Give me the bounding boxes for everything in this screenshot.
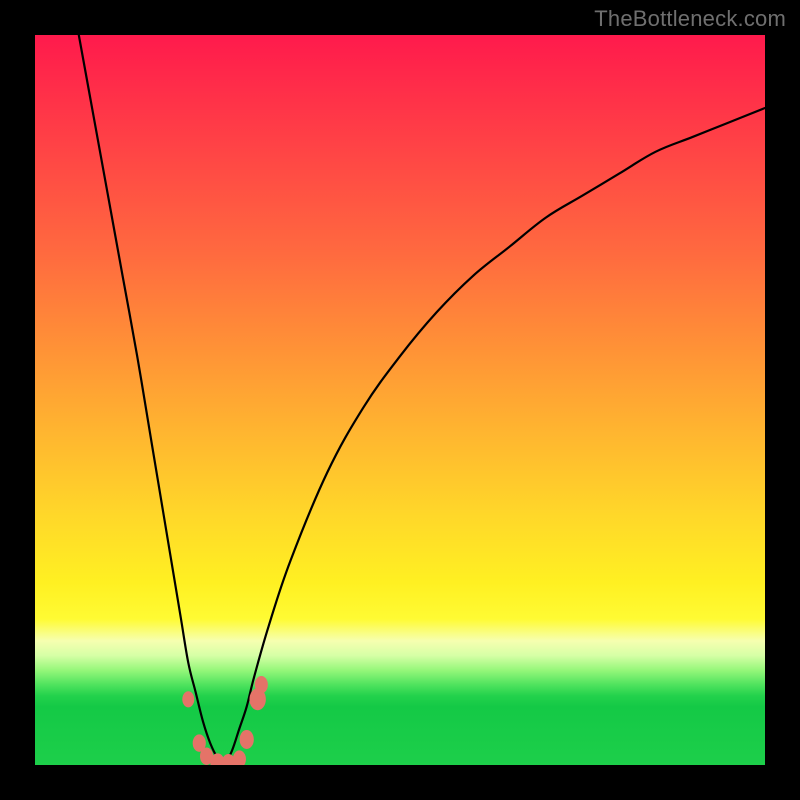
data-marker — [255, 676, 268, 694]
plot-area — [35, 35, 765, 765]
chart-svg — [35, 35, 765, 765]
data-marker — [233, 750, 246, 765]
curve-left-branch — [79, 35, 225, 765]
chart-frame: TheBottleneck.com — [0, 0, 800, 800]
data-marker — [240, 730, 254, 749]
watermark-label: TheBottleneck.com — [594, 6, 786, 32]
curve-right-branch — [225, 108, 765, 765]
data-marker — [182, 691, 194, 707]
